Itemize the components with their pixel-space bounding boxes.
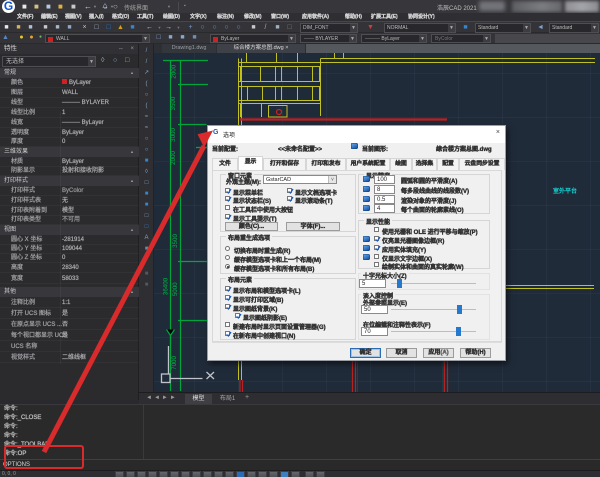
svg-text:5000: 5000 <box>172 282 179 296</box>
svg-text:3500: 3500 <box>172 234 179 248</box>
svg-text:7000: 7000 <box>171 356 178 370</box>
svg-text:室外平台: 室外平台 <box>553 187 577 195</box>
svg-text:2000: 2000 <box>170 151 177 165</box>
svg-text:2000: 2000 <box>171 64 178 78</box>
svg-text:36400: 36400 <box>163 277 170 295</box>
svg-text:3000: 3000 <box>170 128 177 142</box>
svg-text:3500: 3500 <box>170 96 177 110</box>
